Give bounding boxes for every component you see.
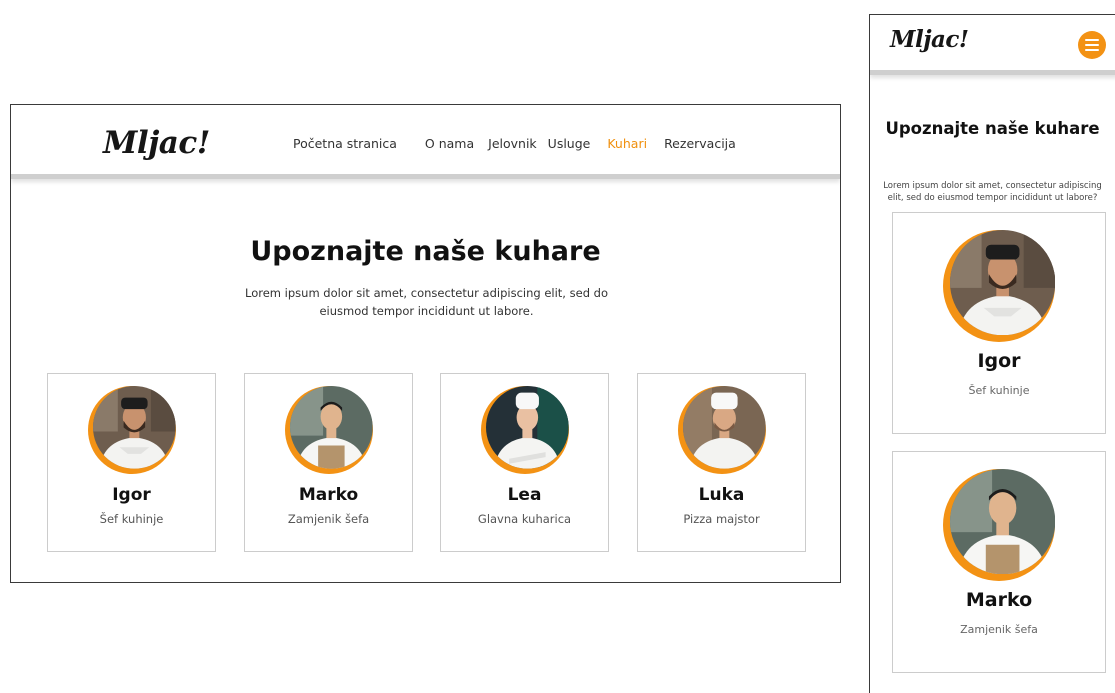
chef-card[interactable]: Igor Šef kuhinje [47, 373, 216, 552]
chef-photo-icon [683, 386, 766, 469]
chef-name: Luka [698, 485, 745, 505]
site-logo[interactable]: Mljac! [103, 125, 210, 161]
nav-item-usluge[interactable]: Usluge [548, 136, 591, 151]
chef-role: Zamjenik šefa [287, 512, 370, 526]
chef-photo-icon [949, 230, 1055, 336]
page-subtitle: Lorem ipsum dolor sit amet, consectetur … [245, 286, 608, 318]
chef-role: Glavna kuharica [477, 512, 572, 526]
chef-role: Pizza majstor [683, 512, 760, 526]
chef-photo-icon [943, 230, 1055, 342]
nav-item-jelovnik[interactable]: Jelovnik [488, 136, 537, 151]
chef-photo-icon [285, 386, 373, 474]
chef-photo-icon [290, 386, 373, 469]
chef-name: Marko [298, 485, 359, 505]
site-header: Mljac! Početna stranica O nama Jelovnik … [11, 105, 840, 179]
hamburger-icon[interactable] [1078, 31, 1106, 59]
chef-photo-icon [678, 386, 766, 474]
chef-card[interactable]: Luka Pizza majstor [637, 373, 806, 552]
chef-card[interactable]: Marko Zamjenik šefa [244, 373, 413, 552]
mockup-stage: Mljac! Početna stranica O nama Jelovnik … [0, 0, 1115, 693]
desktop-mockup: Mljac! Početna stranica O nama Jelovnik … [10, 104, 841, 583]
chef-card[interactable]: Marko Zamjenik šefa [892, 451, 1106, 673]
nav-item-kuhari[interactable]: Kuhari [607, 136, 647, 151]
page-title: Upoznajte naše kuhare [885, 119, 1100, 138]
chef-name: Lea [507, 485, 542, 505]
chef-name: Igor [112, 485, 151, 505]
chef-photo-icon [93, 386, 176, 469]
nav-item-rezervacija[interactable]: Rezervacija [664, 136, 736, 151]
page-subtitle: Lorem ipsum dolor sit amet, consectetur … [883, 181, 1102, 203]
chef-photo-icon [949, 469, 1055, 575]
nav-item-o-nama[interactable]: O nama [425, 136, 474, 151]
nav-item-pocetna[interactable]: Početna stranica [293, 136, 397, 151]
page-title: Upoznajte naše kuhare [250, 236, 601, 267]
main-nav: Početna stranica O nama Jelovnik Usluge … [293, 136, 736, 151]
chef-photo-icon [88, 386, 176, 474]
chef-name: Igor [977, 350, 1021, 372]
chef-name: Marko [965, 589, 1033, 611]
chef-photo-icon [486, 386, 569, 469]
mobile-mockup: Mljac! Upoznajte naše kuhare Lorem ipsum… [869, 14, 1115, 693]
chef-role: Zamjenik šefa [960, 623, 1038, 636]
chef-role: Šef kuhinje [968, 384, 1030, 397]
site-logo[interactable]: Mljac! [890, 26, 969, 53]
mobile-header: Mljac! [870, 15, 1115, 75]
chef-card[interactable]: Lea Glavna kuharica [440, 373, 609, 552]
chef-role: Šef kuhinje [99, 512, 164, 526]
chef-card[interactable]: Igor Šef kuhinje [892, 212, 1106, 434]
chef-photo-icon [943, 469, 1055, 581]
chef-photo-icon [481, 386, 569, 474]
